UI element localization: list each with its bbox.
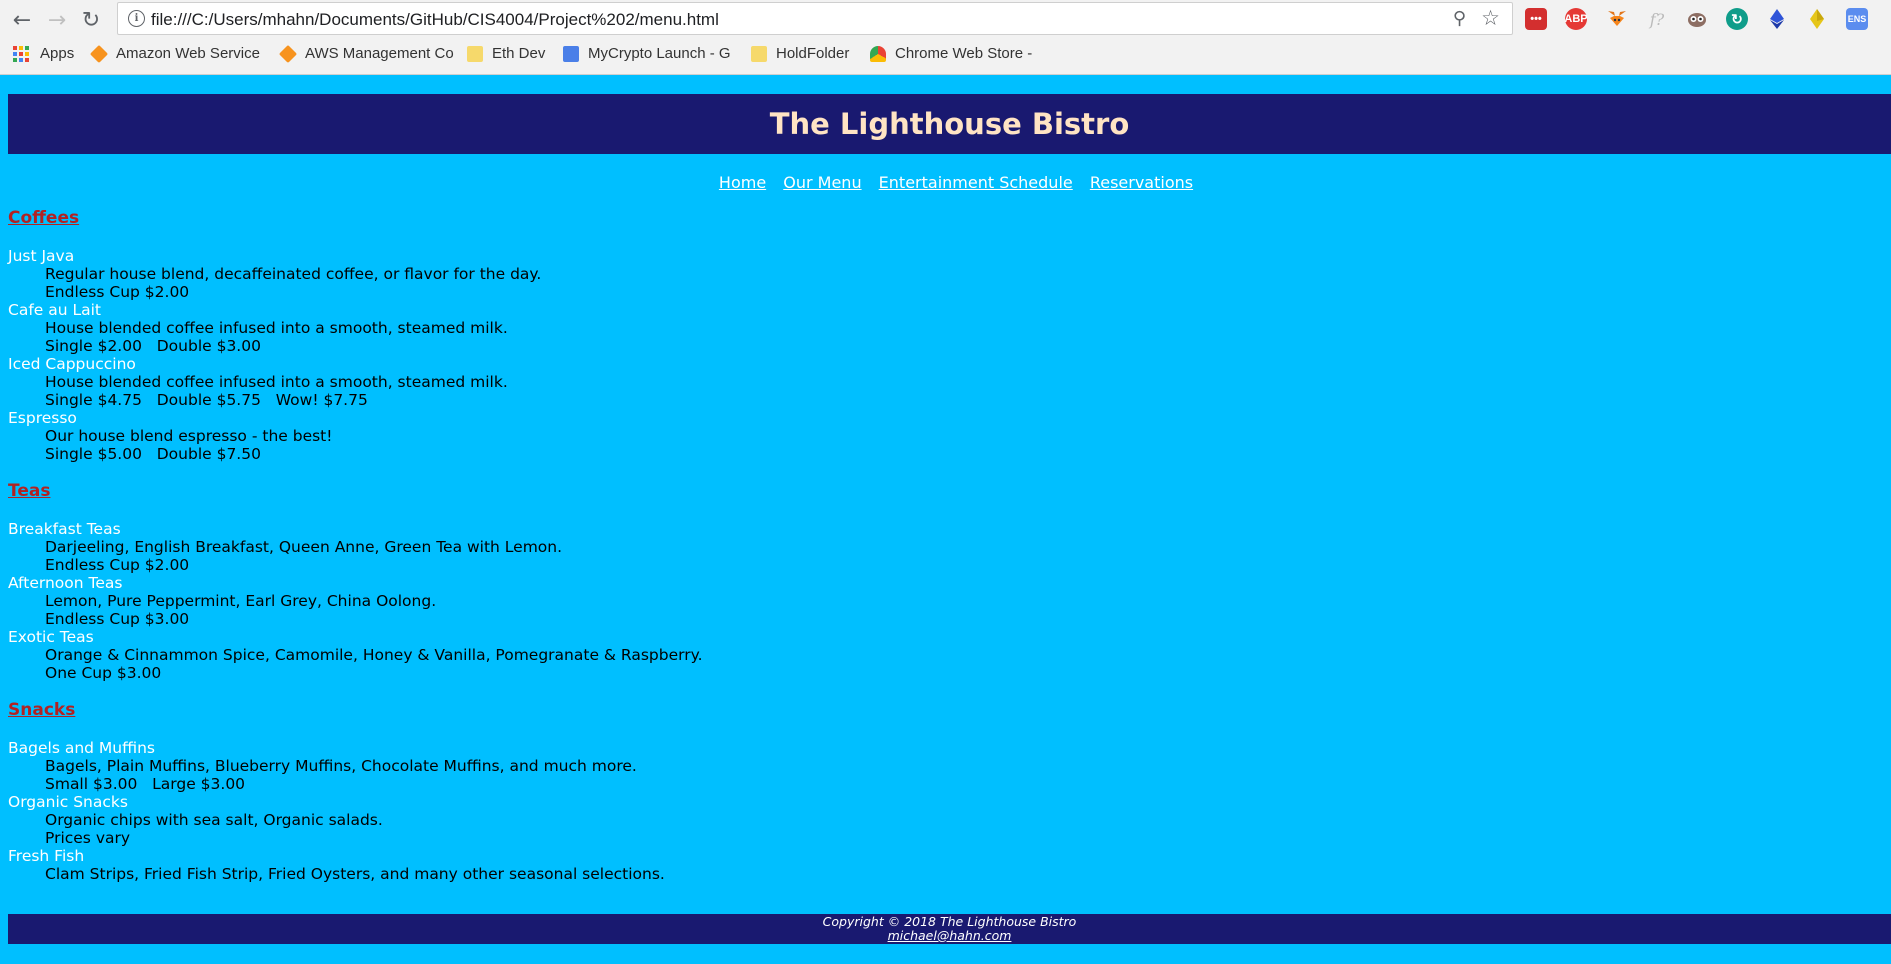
- menu-item-description: Organic chips with sea salt, Organic sal…: [45, 811, 383, 829]
- formula-icon[interactable]: f?: [1646, 8, 1668, 30]
- bookmark-label: Apps: [40, 45, 75, 62]
- lastpass-icon[interactable]: •••: [1525, 8, 1547, 30]
- nav-entertainment-schedule-link[interactable]: Entertainment Schedule: [879, 173, 1073, 192]
- footer-copyright: Copyright © 2018 The Lighthouse Bistro: [822, 914, 1077, 929]
- menu-item-description: Regular house blend, decaffeinated coffe…: [45, 265, 542, 283]
- browser-toolbar: ← → ↻ i file:///C:/Users/mhahn/Documents…: [0, 0, 1891, 38]
- menu-item-description: House blended coffee infused into a smoo…: [45, 373, 508, 391]
- menu-item-description: House blended coffee infused into a smoo…: [45, 319, 508, 337]
- menu-item-name: Organic Snacks: [8, 793, 128, 811]
- menu-item-name: Bagels and Muffins: [8, 739, 155, 757]
- owl-icon[interactable]: [1686, 8, 1708, 30]
- bookmark-apps[interactable]: Apps: [13, 45, 74, 62]
- metamask-icon[interactable]: [1606, 8, 1628, 30]
- nav-home-link[interactable]: Home: [719, 173, 766, 192]
- forward-arrow-icon[interactable]: →: [44, 7, 70, 33]
- nav-our-menu-link[interactable]: Our Menu: [783, 173, 861, 192]
- zoom-icon[interactable]: ⚲: [1453, 8, 1466, 29]
- bookmark-holdfolder[interactable]: HoldFolder: [751, 45, 849, 62]
- menu-item-description: Orange & Cinnammon Spice, Camomile, Hone…: [45, 646, 703, 664]
- menu-item-name: Espresso: [8, 409, 77, 427]
- menu-item-price: Prices vary: [45, 829, 131, 847]
- bookmark-eth-dev[interactable]: Eth Dev: [467, 45, 545, 62]
- bookmark-label: HoldFolder: [776, 45, 850, 62]
- page-viewport: The Lighthouse Bistro Home Our Menu Ente…: [0, 75, 1891, 964]
- address-bar-url[interactable]: file:///C:/Users/mhahn/Documents/GitHub/…: [151, 10, 719, 30]
- menu-item-price: Endless Cup $2.00: [45, 556, 190, 574]
- footer-email-link[interactable]: michael@hahn.com: [888, 928, 1012, 943]
- bookmark-chrome-web-store[interactable]: Chrome Web Store -: [870, 45, 1032, 62]
- chrome-store-icon: [870, 45, 886, 62]
- bookmark-label: Eth Dev: [492, 45, 546, 62]
- section-heading-coffees: Coffees: [8, 208, 80, 228]
- bookmark-star-icon[interactable]: ☆: [1481, 6, 1500, 30]
- address-bar[interactable]: i file:///C:/Users/mhahn/Documents/GitHu…: [117, 2, 1513, 35]
- bookmark-aws-management[interactable]: AWS Management Co: [278, 44, 454, 63]
- menu-item-price: Single $2.00 Double $3.00: [45, 337, 261, 355]
- bookmark-mycrypto[interactable]: MyCrypto Launch - G: [563, 45, 731, 62]
- menu-item-description: Bagels, Plain Muffins, Blueberry Muffins…: [45, 757, 637, 775]
- diamond-icon[interactable]: [1806, 8, 1828, 30]
- folder-icon: [467, 45, 483, 62]
- ens-icon[interactable]: ENS: [1846, 8, 1868, 30]
- menu-item-name: Exotic Teas: [8, 628, 94, 646]
- aws-cube-icon: [278, 44, 298, 63]
- bookmark-label: Chrome Web Store -: [895, 45, 1033, 62]
- menu-item-description: Our house blend espresso - the best!: [45, 427, 333, 445]
- menu-list-teas: Breakfast Teas Darjeeling, English Break…: [8, 520, 1878, 682]
- section-heading-teas: Teas: [8, 481, 51, 501]
- section-heading-snacks: Snacks: [8, 700, 76, 720]
- menu-item-description: Darjeeling, English Breakfast, Queen Ann…: [45, 538, 563, 556]
- bookmark-amazon-web-service[interactable]: Amazon Web Service: [89, 44, 260, 63]
- menu-item-name: Breakfast Teas: [8, 520, 121, 538]
- apps-grid-icon: [13, 45, 29, 62]
- menu-content: Coffees Just Java Regular house blend, d…: [8, 208, 1878, 883]
- menu-item-price: Single $5.00 Double $7.50: [45, 445, 261, 463]
- site-title: The Lighthouse Bistro: [769, 107, 1130, 141]
- site-header: The Lighthouse Bistro: [8, 94, 1891, 154]
- adblock-plus-icon[interactable]: ABP: [1564, 8, 1588, 30]
- nav-reservations-link[interactable]: Reservations: [1090, 173, 1193, 192]
- bookmark-label: Amazon Web Service: [116, 45, 260, 62]
- bookmark-label: AWS Management Co: [305, 45, 454, 62]
- folder-icon: [751, 45, 767, 62]
- bookmarks-bar: Apps Amazon Web Service AWS Management C…: [0, 42, 1891, 68]
- back-arrow-icon[interactable]: ←: [9, 7, 35, 33]
- menu-item-price: Endless Cup $3.00: [45, 610, 190, 628]
- aws-cube-icon: [89, 44, 109, 63]
- menu-item-name: Fresh Fish: [8, 847, 85, 865]
- menu-item-description: Lemon, Pure Peppermint, Earl Grey, China…: [45, 592, 437, 610]
- menu-item-price: Single $4.75 Double $5.75 Wow! $7.75: [45, 391, 368, 409]
- site-info-icon[interactable]: i: [128, 10, 145, 27]
- menu-item-name: Iced Cappuccino: [8, 355, 136, 373]
- browser-chrome: ← → ↻ i file:///C:/Users/mhahn/Documents…: [0, 0, 1891, 75]
- bookmark-label: MyCrypto Launch - G: [588, 45, 731, 62]
- menu-item-name: Afternoon Teas: [8, 574, 123, 592]
- menu-list-snacks: Bagels and Muffins Bagels, Plain Muffins…: [8, 739, 1878, 883]
- menu-item-description: Clam Strips, Fried Fish Strip, Fried Oys…: [45, 865, 665, 883]
- docs-icon: [563, 45, 579, 62]
- menu-list-coffees: Just Java Regular house blend, decaffein…: [8, 247, 1878, 463]
- menu-item-name: Cafe au Lait: [8, 301, 102, 319]
- menu-item-price: Endless Cup $2.00: [45, 283, 190, 301]
- site-footer: Copyright © 2018 The Lighthouse Bistro m…: [8, 914, 1891, 944]
- menu-item-name: Just Java: [8, 247, 75, 265]
- refresh-ext-icon[interactable]: ↻: [1726, 8, 1748, 30]
- main-nav: Home Our Menu Entertainment Schedule Res…: [0, 173, 1891, 192]
- menu-item-price: One Cup $3.00: [45, 664, 162, 682]
- ethereum-icon[interactable]: [1766, 8, 1788, 30]
- reload-icon[interactable]: ↻: [78, 7, 104, 33]
- menu-item-price: Small $3.00 Large $3.00: [45, 775, 246, 793]
